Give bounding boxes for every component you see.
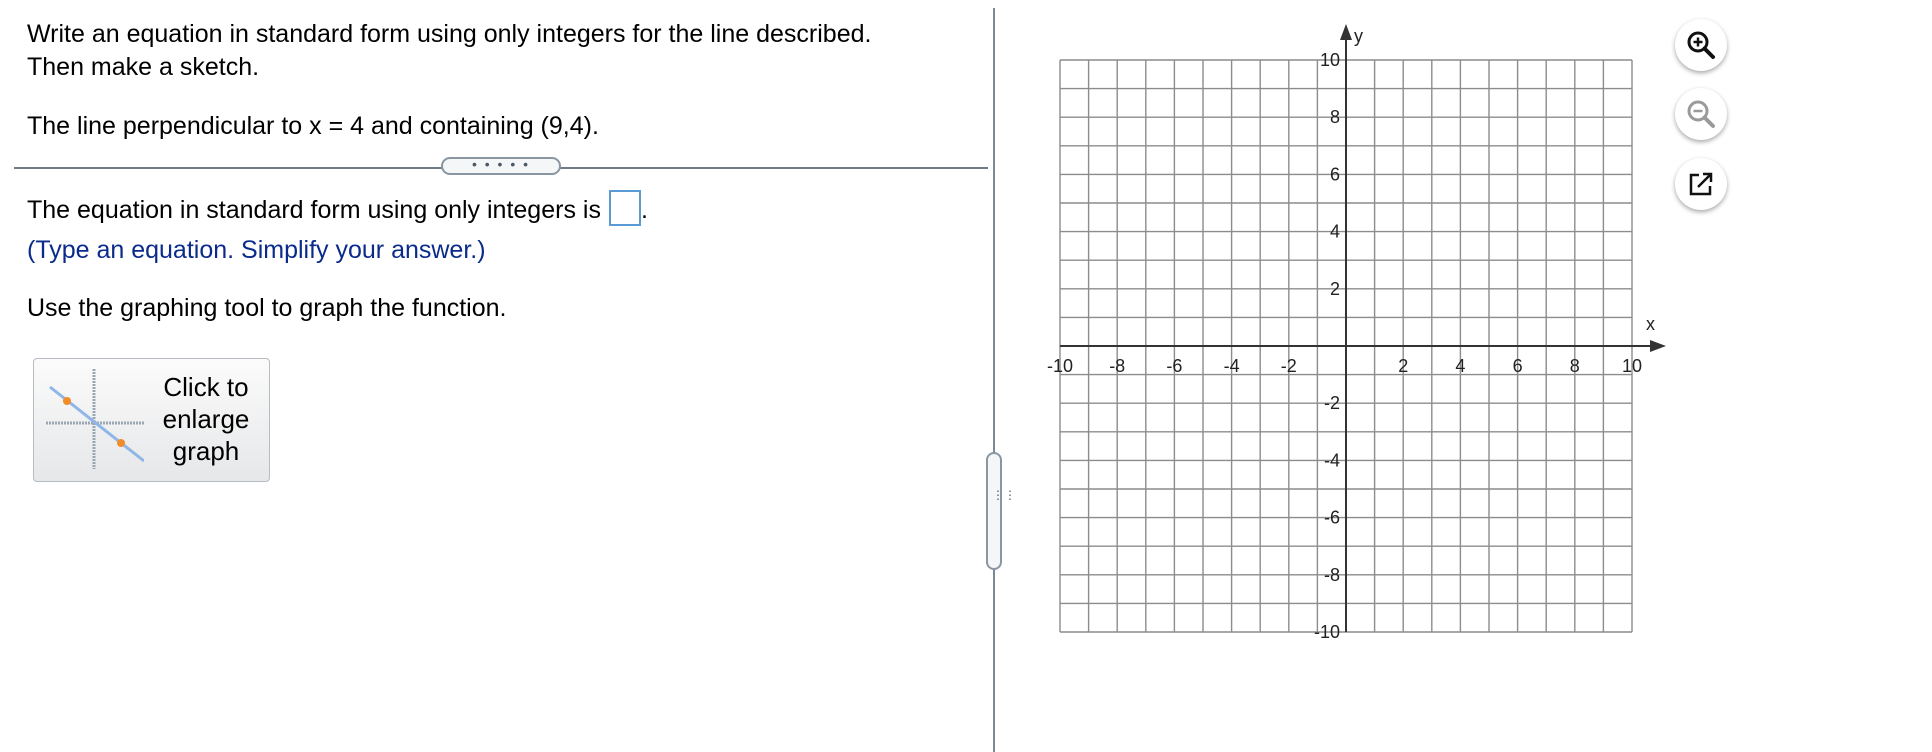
zoom-in-button[interactable] (1675, 19, 1727, 71)
x-tick-label: -4 (1224, 356, 1240, 376)
graph-thumbnail-icon (46, 369, 144, 469)
y-tick-label: 10 (1320, 50, 1340, 70)
x-tick-label: 4 (1455, 356, 1465, 376)
x-tick-label: 6 (1513, 356, 1523, 376)
y-tick-label: 6 (1330, 164, 1340, 184)
separator-grip[interactable]: • • • • • (441, 157, 561, 175)
graph-instruction: Use the graphing tool to graph the funct… (27, 294, 507, 322)
y-tick-label: 8 (1330, 107, 1340, 127)
question-text-line-3: The line perpendicular to x = 4 and cont… (27, 112, 599, 140)
zoom-out-button[interactable] (1675, 88, 1727, 140)
enlarge-graph-button[interactable]: Click to enlarge graph (33, 358, 270, 482)
vertical-separator-grip[interactable]: ⋮⋮ (986, 452, 1016, 570)
y-tick-label: -2 (1324, 393, 1340, 413)
y-tick-label: -4 (1324, 450, 1340, 470)
vertical-separator (993, 8, 995, 752)
y-tick-label: -10 (1314, 622, 1340, 642)
x-axis-arrow (1650, 340, 1666, 352)
question-text-line-1: Write an equation in standard form using… (27, 20, 872, 48)
enlarge-graph-label: Click to enlarge graph (162, 372, 250, 466)
coordinate-graph[interactable]: -10 -8 -6 -4 -2 2 4 6 8 10 10 8 6 4 2 -2 -4 -6 -8 -10 x y (1030, 16, 1670, 656)
answer-suffix: . (640, 196, 648, 224)
y-tick-label: 4 (1330, 222, 1340, 242)
x-tick-label: -10 (1047, 356, 1073, 376)
y-tick-label: -8 (1324, 565, 1340, 585)
answer-row: The equation in standard form using only… (27, 190, 648, 227)
y-tick-label: -6 (1324, 508, 1340, 528)
answer-prompt: The equation in standard form using only… (27, 196, 601, 224)
y-tick-label: 2 (1330, 279, 1340, 299)
x-tick-label: 10 (1622, 356, 1642, 376)
x-axis-label: x (1646, 314, 1655, 334)
y-axis-arrow (1340, 24, 1352, 40)
answer-input[interactable] (608, 190, 641, 227)
question-text-line-2: Then make a sketch. (27, 53, 260, 81)
vertical-grip-dots: ⋮⋮ (992, 488, 1016, 502)
zoom-out-icon (1687, 100, 1715, 128)
x-tick-label: 8 (1570, 356, 1580, 376)
question-pane: Write an equation in standard form using… (0, 0, 995, 752)
external-link-icon (1689, 172, 1713, 196)
x-tick-label: -8 (1109, 356, 1125, 376)
y-axis-label: y (1354, 26, 1363, 46)
open-new-window-button[interactable] (1675, 158, 1727, 210)
x-tick-label: -2 (1281, 356, 1297, 376)
x-tick-label: 2 (1398, 356, 1408, 376)
answer-hint: (Type an equation. Simplify your answer.… (27, 236, 486, 264)
x-tick-label: -6 (1166, 356, 1182, 376)
zoom-in-icon (1687, 31, 1715, 59)
